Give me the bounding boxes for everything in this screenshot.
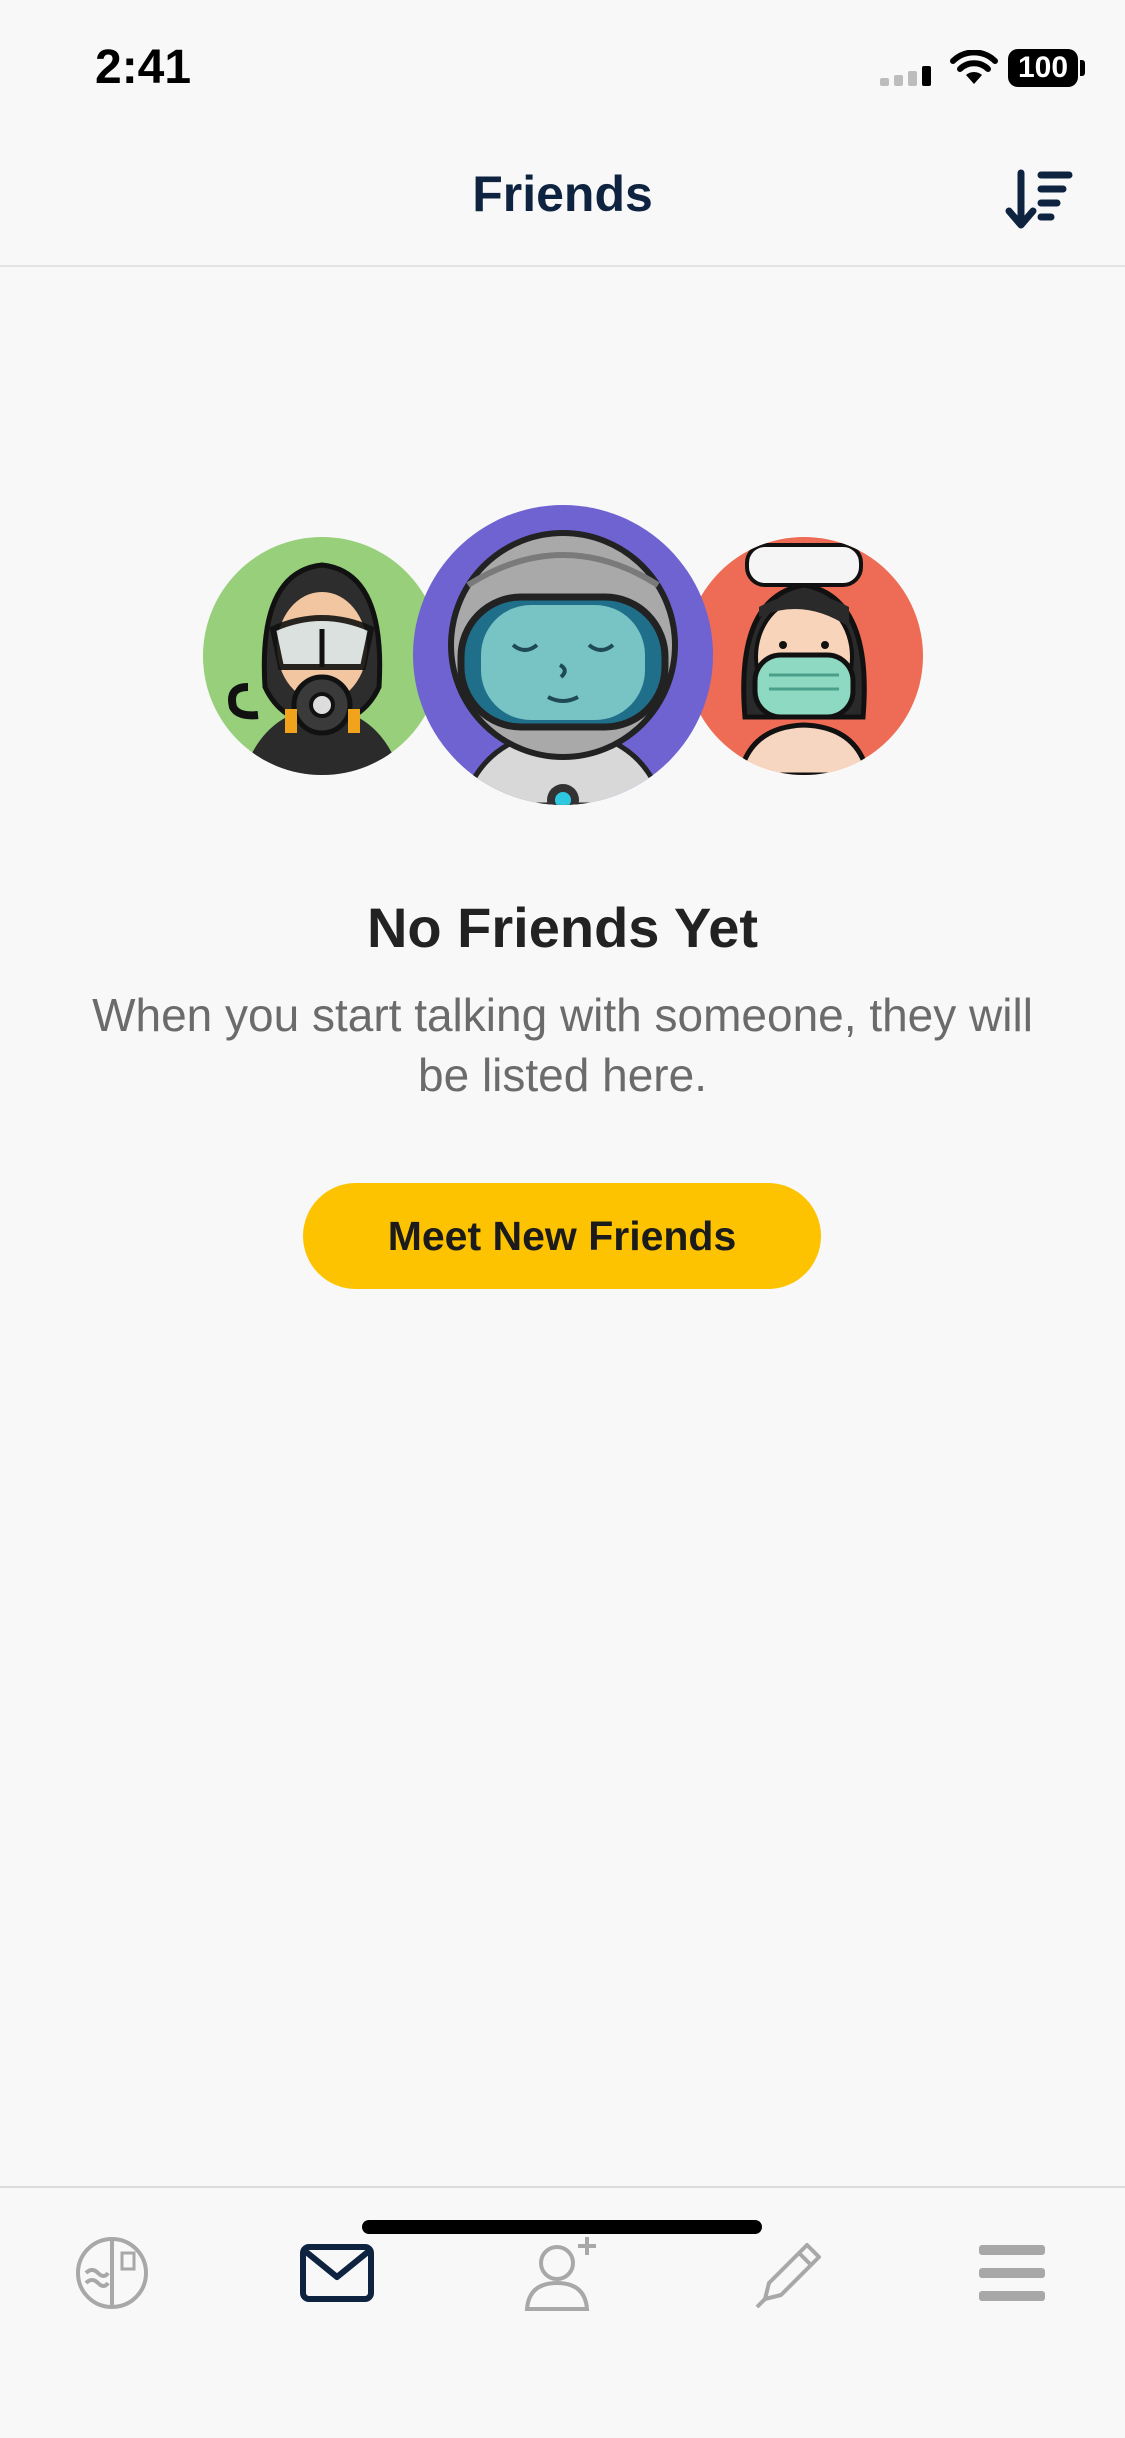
tab-messages[interactable] (292, 2228, 382, 2318)
battery-icon: 100 (1008, 49, 1078, 87)
astronaut-avatar (413, 505, 713, 805)
add-person-icon (524, 2237, 596, 2311)
envelope-icon (300, 2244, 374, 2302)
nurse-avatar (685, 537, 923, 775)
sort-button[interactable] (1005, 165, 1075, 235)
empty-state-message: When you start talking with someone, the… (92, 989, 1033, 1101)
wifi-icon (950, 50, 998, 84)
tab-write[interactable] (744, 2228, 834, 2318)
menu-icon (979, 2245, 1045, 2301)
tab-journal[interactable] (67, 2228, 157, 2318)
sort-descending-icon (1005, 169, 1073, 229)
diver-avatar (203, 537, 441, 775)
pencil-icon (755, 2243, 821, 2309)
status-time: 2:41 (95, 41, 192, 94)
tab-bar (0, 2186, 1125, 2438)
nav-bar: Friends (0, 135, 1125, 267)
status-bar: 2:41 100 (0, 0, 1125, 135)
journal-icon (76, 2237, 148, 2309)
tab-menu[interactable] (967, 2228, 1057, 2318)
empty-state-title: No Friends Yet (366, 896, 759, 959)
battery-nub (1080, 60, 1085, 76)
tab-add-friend[interactable] (518, 2228, 608, 2318)
friends-illustration (0, 505, 1125, 815)
page-title: Friends (472, 166, 653, 222)
home-indicator (362, 2220, 762, 2234)
meet-new-friends-button[interactable]: Meet New Friends (303, 1183, 821, 1289)
battery-level: 100 (1017, 51, 1069, 84)
signal-icon (880, 66, 931, 86)
